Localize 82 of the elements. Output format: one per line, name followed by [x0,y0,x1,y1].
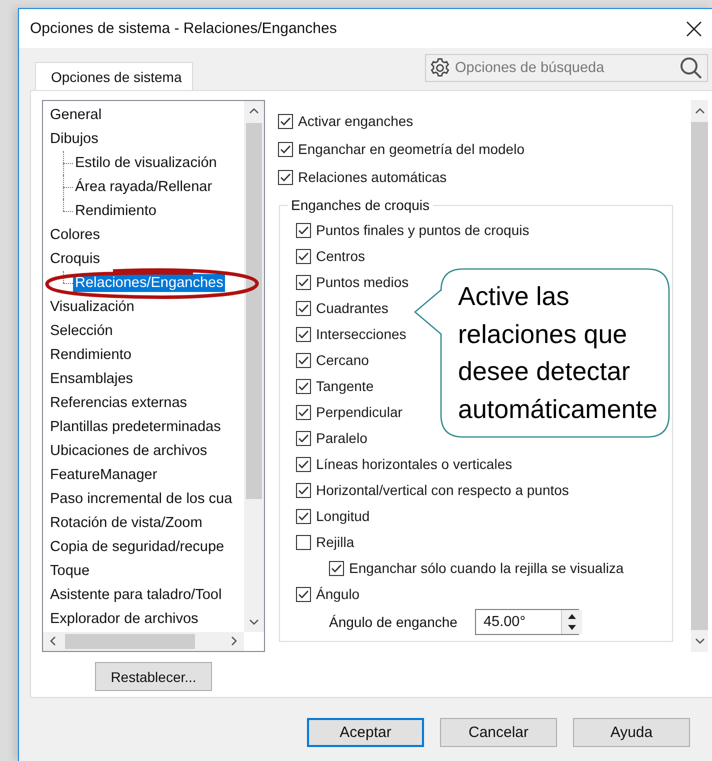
checkbox-label[interactable]: Intersecciones [316,326,406,342]
checkbox[interactable] [296,326,311,342]
dialog-button[interactable]: Cancelar [440,718,557,747]
tree-item[interactable]: Colores [48,226,102,244]
spin-field[interactable]: 45.00° [475,609,580,635]
tree-item[interactable]: Paso incremental de los cua [48,490,234,508]
vertical-scrollbar[interactable] [691,100,708,652]
tree-item[interactable]: Dibujos [48,130,100,148]
dialog-button[interactable]: Ayuda [573,718,690,747]
window-title: Opciones de sistema - Relaciones/Enganches [30,20,337,37]
tab[interactable]: Opciones de sistema [35,62,193,90]
checkbox-label[interactable]: Rejilla [316,534,354,550]
checkbox-label[interactable]: Puntos medios [316,274,409,290]
checkbox[interactable] [296,534,311,550]
checkbox-label[interactable]: Longitud [316,508,370,524]
checkbox-label[interactable]: Perpendicular [316,404,402,420]
field-label: Ángulo de enganche [329,614,458,630]
scroll-left-icon[interactable] [50,636,56,646]
checkbox[interactable] [296,404,311,420]
group-title: Enganches de croquis [290,197,431,213]
tree-item[interactable]: Rendimiento [73,202,158,220]
checkbox-label[interactable]: Puntos finales y puntos de croquis [316,222,530,238]
checkbox[interactable] [296,274,311,290]
search-icon[interactable] [679,56,703,80]
search-input[interactable]: Opciones de búsqueda [455,60,675,76]
checkbox-label[interactable]: Cuadrantes [316,300,388,316]
checkbox-label[interactable]: Líneas horizontales o verticales [316,456,512,472]
checkbox[interactable] [296,508,311,524]
tree-item[interactable]: FeatureManager [48,466,160,484]
checkbox[interactable] [278,142,293,156]
checkbox-label[interactable]: Horizontal/vertical con respecto a puntos [316,482,569,498]
tree-item[interactable]: Plantillas predeterminadas [48,418,223,436]
tree-item[interactable]: General [48,106,104,124]
checkbox-label[interactable]: Ángulo [316,586,360,602]
tree-item[interactable]: Explorador de archivos [48,610,200,628]
tree-item[interactable]: Relaciones/Enganches [73,274,226,292]
checkbox[interactable] [296,248,311,264]
tree-item[interactable]: Croquis [48,250,102,268]
checkbox-label[interactable]: Relaciones automáticas [298,169,447,185]
checkbox[interactable] [296,300,311,316]
checkbox-label[interactable]: Centros [316,248,366,264]
checkbox[interactable] [278,114,293,128]
checkbox[interactable] [296,586,311,602]
reset-button[interactable]: Restablecer... [95,662,212,691]
checkbox[interactable] [329,560,344,576]
checkbox[interactable] [296,456,311,472]
tree-item[interactable]: Asistente para taladro/Tool [48,586,224,604]
horizontal-scrollbar[interactable] [43,632,244,651]
tree-item[interactable]: Selección [48,322,115,340]
tree-item[interactable]: Ubicaciones de archivos [48,442,210,460]
checkbox[interactable] [296,430,311,446]
gear-icon[interactable] [429,57,451,79]
tree-item[interactable]: Rendimiento [48,346,134,364]
scroll-down-icon[interactable] [249,619,259,625]
tree-item[interactable]: Toque [48,562,92,580]
tree-item[interactable]: Rotación de vista/Zoom [48,514,204,532]
dialog-button[interactable]: Aceptar [307,718,424,747]
checkbox-label[interactable]: Enganchar sólo cuando la rejilla se visualiza [349,560,624,576]
tree-item[interactable]: Estilo de visualización [73,154,219,172]
tree-item[interactable]: Visualización [48,298,136,316]
checkbox[interactable] [278,170,293,184]
scroll-down-icon[interactable] [695,638,705,644]
tree-item[interactable]: Copia de seguridad/recupe [48,538,226,556]
tree-item[interactable]: Referencias externas [48,394,190,412]
search-field[interactable]: Opciones de búsqueda [425,54,708,82]
scroll-up-icon[interactable] [249,108,259,114]
checkbox-label[interactable]: Tangente [316,378,374,394]
checkbox[interactable] [296,482,311,498]
checkbox-label[interactable]: Cercano [316,352,369,368]
scroll-right-icon[interactable] [231,636,237,646]
tree-item[interactable]: Ensamblajes [48,370,136,388]
checkbox[interactable] [296,222,311,238]
callout-text: Active las relaciones que desee detectar automáticamente [458,280,658,426]
tree-item[interactable]: Área rayada/Rellenar [73,178,214,196]
scroll-up-icon[interactable] [695,108,705,114]
checkbox[interactable] [296,378,311,394]
checkbox[interactable] [296,352,311,368]
checkbox-label[interactable]: Activar enganches [298,113,414,129]
vertical-scrollbar[interactable] [244,101,264,632]
checkbox-label[interactable]: Enganchar en geometría del modelo [298,141,524,157]
checkbox-label[interactable]: Paralelo [316,430,368,446]
close-icon[interactable] [686,20,702,36]
